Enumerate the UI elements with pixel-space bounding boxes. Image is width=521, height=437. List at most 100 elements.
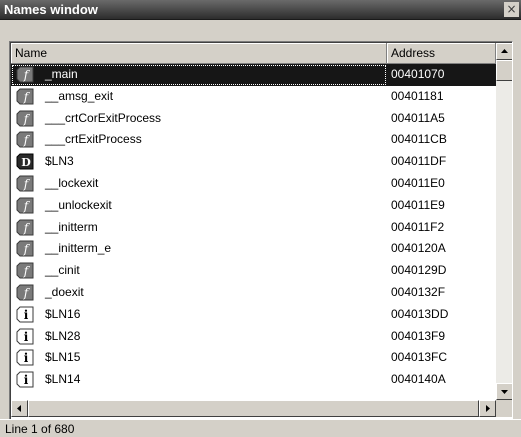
function-icon: f — [16, 66, 34, 83]
list-item[interactable]: i $LN15 004013FC — [11, 347, 496, 369]
symbol-address: 004011DF — [391, 154, 447, 169]
name-cell: i $LN14 — [11, 369, 387, 391]
symbol-address: 004013DD — [391, 306, 449, 321]
status-bar: Line 1 of 680 — [0, 419, 521, 437]
symbol-name: __amsg_exit — [45, 88, 114, 103]
name-cell: f __initterm — [11, 217, 387, 239]
title-bar[interactable]: Names window × — [0, 0, 521, 20]
window-title: Names window — [4, 2, 98, 17]
name-cell: f __cinit — [11, 260, 387, 282]
symbol-name: _main — [45, 67, 78, 81]
symbol-address: 0040120A — [391, 241, 446, 256]
horizontal-scroll-thumb[interactable] — [28, 400, 479, 417]
symbol-address: 0040132F — [391, 284, 446, 299]
symbol-name: ___crtExitProcess — [45, 132, 142, 147]
column-header-name[interactable]: Name — [11, 43, 387, 64]
list-item[interactable]: f ___crtExitProcess 004011CB — [11, 129, 496, 151]
scroll-down-button[interactable] — [496, 383, 512, 400]
symbol-name: __initterm_e — [45, 241, 112, 256]
svg-text:i: i — [24, 330, 29, 344]
name-cell: i $LN15 — [11, 347, 387, 369]
name-cell: f ___crtExitProcess — [11, 129, 387, 151]
list-item[interactable]: f ___crtCorExitProcess 004011A5 — [11, 108, 496, 130]
symbol-name: $LN14 — [45, 372, 81, 387]
symbol-address: 004011E0 — [391, 175, 445, 190]
symbol-address: 004011E9 — [391, 197, 445, 212]
symbol-address: 004013FC — [391, 350, 448, 365]
function-icon: f — [16, 262, 34, 279]
name-cell: f _doexit — [11, 282, 387, 304]
arrow-right-icon — [486, 405, 490, 412]
scroll-right-button[interactable] — [479, 400, 496, 417]
scroll-left-button[interactable] — [11, 400, 28, 417]
vertical-scrollbar[interactable] — [496, 43, 512, 400]
list-item[interactable]: i $LN16 004013DD — [11, 304, 496, 326]
column-header-address[interactable]: Address — [387, 43, 496, 64]
list-item[interactable]: f __amsg_exit 00401181 — [11, 86, 496, 108]
symbol-address: 00401070 — [391, 67, 445, 81]
symbol-address: 004011A5 — [391, 110, 445, 125]
function-icon: f — [16, 197, 34, 214]
list-rows: f _main 00401070 f __amsg_exit 00401181 f ___cr… — [11, 64, 496, 398]
symbol-name: __lockexit — [45, 175, 99, 190]
function-icon: f — [16, 110, 34, 127]
list-item[interactable]: f _doexit 0040132F — [11, 282, 496, 304]
names-window: Names window × Name Address f _main 004010… — [0, 0, 521, 437]
symbol-name: $LN28 — [45, 328, 81, 343]
list-item[interactable]: f _main 00401070 — [11, 64, 496, 86]
symbol-address: 004011CB — [391, 132, 447, 147]
symbol-name: $LN3 — [45, 154, 74, 169]
svg-text:i: i — [24, 351, 29, 365]
vertical-scroll-thumb[interactable] — [496, 60, 512, 81]
symbol-address: 0040140A — [391, 372, 446, 387]
svg-text:D: D — [21, 156, 31, 169]
symbol-address: 0040129D — [391, 263, 447, 278]
symbol-name: $LN15 — [45, 350, 81, 365]
horizontal-scrollbar[interactable] — [11, 400, 496, 417]
svg-text:i: i — [24, 373, 29, 387]
name-cell: f ___crtCorExitProcess — [11, 108, 387, 130]
name-cell: i $LN16 — [11, 304, 387, 326]
list-item[interactable]: f __initterm_e 0040120A — [11, 238, 496, 260]
list-item[interactable]: i $LN14 0040140A — [11, 369, 496, 391]
data-icon: D — [16, 153, 34, 170]
list-item[interactable]: i $LN28 004013F9 — [11, 326, 496, 348]
list-item[interactable]: f __cinit 0040129D — [11, 260, 496, 282]
function-icon: f — [16, 88, 34, 105]
symbol-name: __cinit — [45, 263, 80, 278]
list-item[interactable]: f __initterm 004011F2 — [11, 217, 496, 239]
name-cell: i $LN28 — [11, 326, 387, 348]
function-icon: f — [16, 131, 34, 148]
symbol-name: __unlockexit — [45, 197, 112, 212]
symbol-address: 00401181 — [391, 88, 444, 103]
name-cell: f __initterm_e — [11, 238, 387, 260]
symbol-name: ___crtCorExitProcess — [45, 110, 162, 125]
scrollbar-corner — [496, 400, 512, 417]
list-item[interactable]: D $LN3 004011DF — [11, 151, 496, 173]
name-cell: f __lockexit — [11, 173, 387, 195]
function-icon: f — [16, 284, 34, 301]
symbol-name: _doexit — [45, 284, 84, 299]
arrow-up-icon — [501, 49, 508, 53]
function-icon: f — [16, 240, 34, 257]
symbol-name: __initterm — [45, 219, 98, 234]
symbol-address: 004011F2 — [391, 219, 445, 234]
status-line-count: Line 1 of 680 — [5, 422, 75, 436]
list-item[interactable]: f __lockexit 004011E0 — [11, 173, 496, 195]
name-cell: f __amsg_exit — [11, 86, 387, 108]
symbol-name: $LN16 — [45, 306, 81, 321]
names-list: Name Address f _main 00401070 f __amsg_exit 0… — [9, 41, 513, 421]
list-header: Name Address — [11, 43, 496, 64]
close-icon[interactable]: × — [504, 2, 519, 17]
list-item[interactable]: f __unlockexit 004011E9 — [11, 195, 496, 217]
scroll-up-button[interactable] — [496, 43, 512, 60]
name-cell: f _main — [11, 64, 387, 86]
instruction-icon: i — [16, 306, 34, 323]
symbol-address: 004013F9 — [391, 328, 446, 343]
instruction-icon: i — [16, 328, 34, 345]
arrow-down-icon — [501, 390, 508, 394]
arrow-left-icon — [17, 405, 21, 412]
function-icon: f — [16, 219, 34, 236]
name-cell: D $LN3 — [11, 151, 387, 173]
svg-text:i: i — [24, 308, 29, 322]
